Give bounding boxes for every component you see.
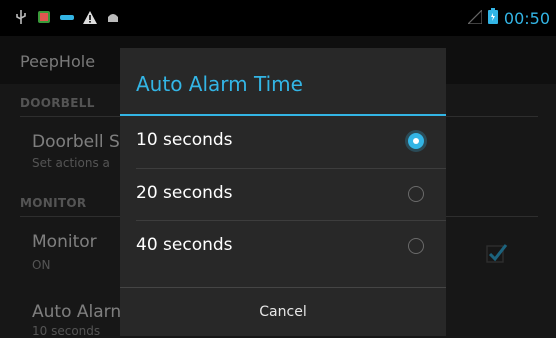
status-icons: 00:50 [466,8,550,28]
usb-icon [14,10,28,24]
app-notification-icon [37,10,51,24]
battery-icon [487,8,498,28]
option-40-seconds[interactable]: 40 seconds [120,221,446,273]
option-label: 20 seconds [136,183,233,203]
warning-icon [83,10,97,24]
status-bar: 00:50 [0,0,556,36]
radio-selected-icon[interactable] [408,133,424,149]
option-20-seconds[interactable]: 20 seconds [120,169,446,221]
device-icon [60,10,74,24]
radio-unselected-icon[interactable] [408,186,424,202]
option-10-seconds[interactable]: 10 seconds [120,116,446,168]
option-label: 10 seconds [136,130,233,150]
cancel-button[interactable]: Cancel [120,288,446,336]
signal-icon [466,8,483,28]
option-label: 40 seconds [136,235,233,255]
auto-alarm-dialog: Auto Alarm Time 10 seconds 20 seconds 40… [120,48,446,336]
dialog-title: Auto Alarm Time [136,72,303,96]
notification-icons [14,10,120,24]
radio-unselected-icon[interactable] [408,238,424,254]
android-debug-icon [106,10,120,24]
clock: 00:50 [503,8,550,28]
